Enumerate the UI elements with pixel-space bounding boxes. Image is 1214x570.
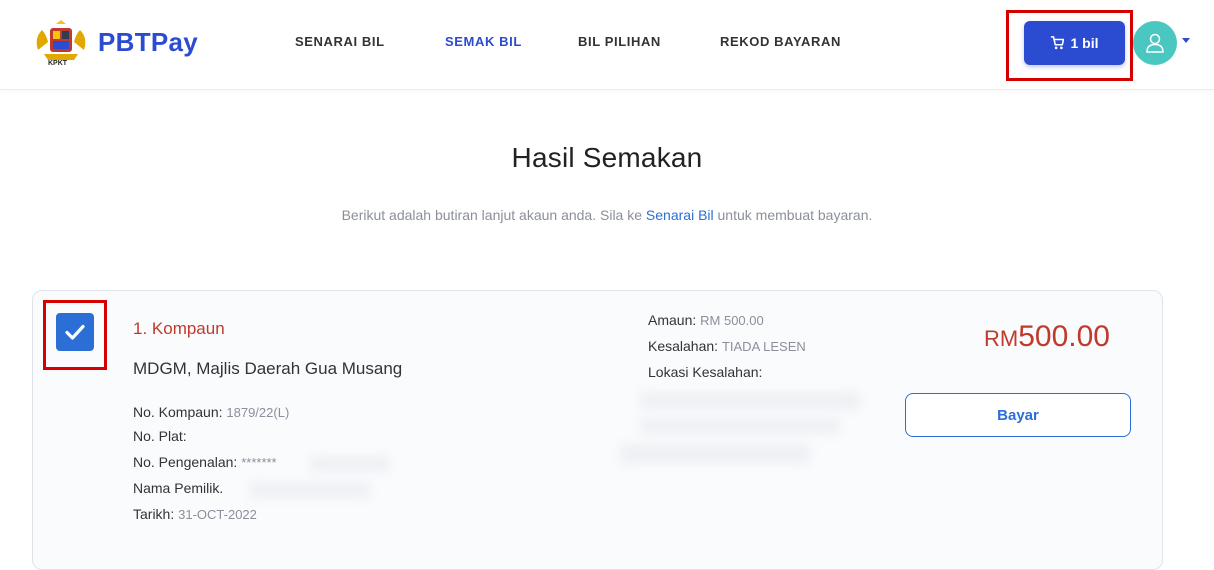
- user-icon: [1146, 33, 1164, 53]
- senarai-bil-link[interactable]: Senarai Bil: [646, 207, 714, 223]
- nav-bil-pilihan[interactable]: BIL PILIHAN: [578, 34, 661, 49]
- field-value: 1879/22(L): [226, 405, 290, 420]
- bill-select-checkbox[interactable]: [56, 313, 94, 351]
- redacted-owner: [250, 482, 370, 498]
- field-value: *******: [241, 455, 277, 470]
- redacted-location: [620, 444, 810, 464]
- field-kesalahan: Kesalahan: TIADA LESEN: [648, 338, 806, 354]
- field-label: Kesalahan:: [648, 338, 719, 354]
- field-tarikh: Tarikh: 31-OCT-2022: [133, 506, 257, 522]
- cart-count-label: 1 bil: [1070, 35, 1099, 51]
- field-value: RM 500.00: [700, 313, 764, 328]
- logo-caption: KPKT: [48, 60, 68, 67]
- subtitle-text-after: untuk membuat bayaran.: [713, 207, 873, 223]
- check-icon: [65, 324, 85, 340]
- page-title: Hasil Semakan: [511, 142, 703, 173]
- brand-name[interactable]: PBTPay: [98, 27, 198, 58]
- redacted-location: [640, 418, 840, 434]
- field-label: Lokasi Kesalahan:: [648, 364, 763, 380]
- field-no-kompaun: No. Kompaun: 1879/22(L): [133, 404, 289, 420]
- field-label: No. Kompaun:: [133, 404, 223, 420]
- kpkt-logo[interactable]: KPKT: [30, 20, 92, 70]
- field-nama-pemilik: Nama Pemilik.: [133, 480, 223, 496]
- field-value: 31-OCT-2022: [178, 507, 257, 522]
- user-avatar[interactable]: [1133, 21, 1177, 65]
- bill-amount: RM500.00: [984, 320, 1110, 354]
- nav-semak-bil[interactable]: SEMAK BIL: [445, 34, 522, 49]
- field-amaun: Amaun: RM 500.00: [648, 312, 764, 328]
- chevron-down-icon[interactable]: [1182, 38, 1190, 43]
- subtitle-text-before: Berikut adalah butiran lanjut akaun anda…: [341, 207, 646, 223]
- field-lokasi-kesalahan: Lokasi Kesalahan:: [648, 364, 762, 380]
- pay-button[interactable]: Bayar: [905, 393, 1131, 437]
- page-subtitle: Berikut adalah butiran lanjut akaun anda…: [0, 207, 1214, 223]
- field-value: TIADA LESEN: [721, 339, 806, 354]
- field-label: Amaun:: [648, 312, 697, 328]
- field-label: Tarikh:: [133, 506, 175, 522]
- top-navbar: KPKT PBTPay SENARAI BIL SEMAK BIL BIL PI…: [0, 0, 1214, 90]
- redacted-id: [310, 456, 390, 472]
- field-label: No. Plat:: [133, 428, 187, 444]
- cart-icon: [1051, 36, 1065, 50]
- field-label: No. Pengenalan:: [133, 454, 238, 470]
- amount-value: 500.00: [1018, 320, 1110, 353]
- bill-title: 1. Kompaun: [133, 319, 225, 338]
- bill-organization: MDGM, Majlis Daerah Gua Musang: [133, 359, 403, 378]
- field-no-plat: No. Plat:: [133, 428, 187, 444]
- amount-currency: RM: [984, 326, 1019, 351]
- cart-button[interactable]: 1 bil: [1024, 21, 1125, 65]
- field-label: Nama Pemilik.: [133, 480, 224, 496]
- nav-senarai-bil[interactable]: SENARAI BIL: [295, 34, 385, 49]
- field-no-pengenalan: No. Pengenalan: *******: [133, 454, 277, 470]
- nav-rekod-bayaran[interactable]: REKOD BAYARAN: [720, 34, 841, 49]
- redacted-location: [640, 392, 860, 410]
